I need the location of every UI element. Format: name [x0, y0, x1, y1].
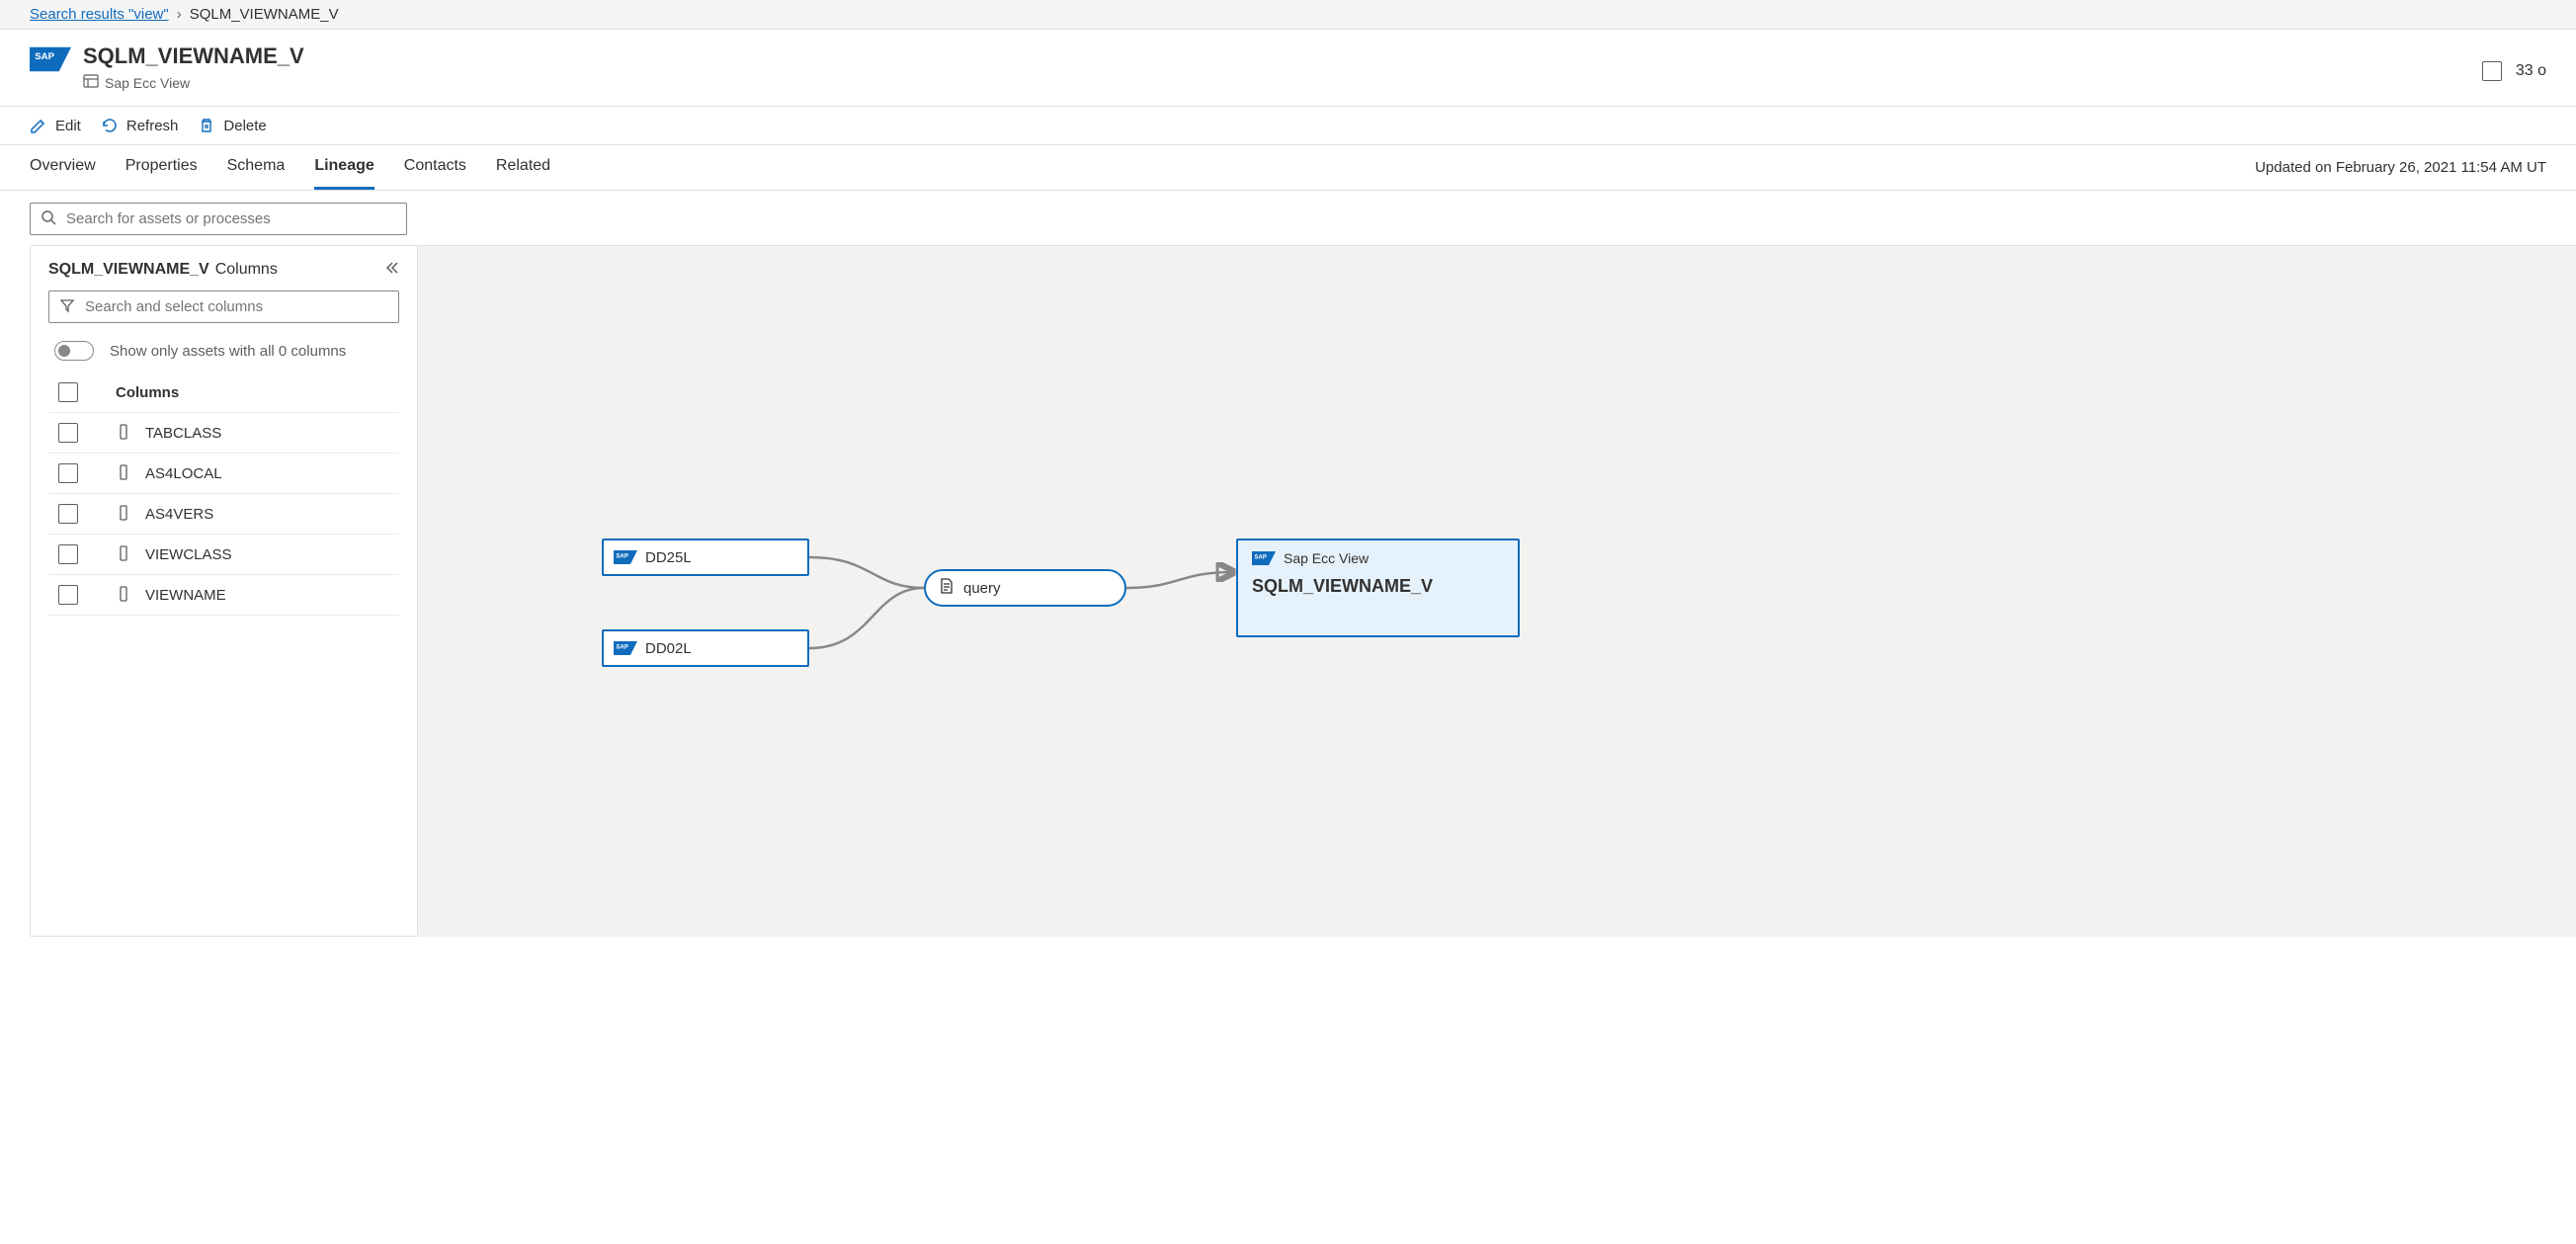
column-icon [116, 586, 131, 605]
sap-ecc-mini-icon: SAP [614, 549, 637, 565]
svg-text:SAP: SAP [617, 645, 628, 651]
column-filter-input[interactable] [85, 298, 388, 315]
trash-icon [198, 117, 215, 134]
column-name: TABCLASS [145, 425, 221, 442]
lineage-source-label: DD25L [645, 549, 692, 566]
show-only-label: Show only assets with all 0 columns [110, 343, 346, 360]
columns-panel: SQLM_VIEWNAME_V Columns Show only assets… [30, 245, 418, 937]
columns-header: Columns [116, 384, 179, 401]
search-icon [41, 209, 56, 228]
edit-label: Edit [55, 118, 81, 134]
pencil-icon [30, 117, 47, 134]
column-checkbox[interactable] [58, 585, 78, 605]
document-icon [938, 577, 956, 599]
refresh-icon [101, 117, 119, 134]
view-icon [83, 73, 99, 92]
tab-properties[interactable]: Properties [125, 145, 198, 190]
lineage-search-bar [0, 191, 2576, 245]
column-checkbox[interactable] [58, 544, 78, 564]
tab-contacts[interactable]: Contacts [404, 145, 466, 190]
show-only-toggle[interactable] [54, 341, 94, 361]
updated-timestamp: Updated on February 26, 2021 11:54 AM UT [2255, 159, 2546, 176]
search-input-wrap[interactable] [30, 203, 407, 235]
lineage-process-label: query [963, 580, 1001, 597]
tab-lineage[interactable]: Lineage [314, 145, 374, 190]
breadcrumb: Search results "view" › SQLM_VIEWNAME_V [0, 0, 2576, 30]
svg-text:SAP: SAP [617, 554, 628, 560]
main-content: SQLM_VIEWNAME_V Columns Show only assets… [0, 245, 2576, 937]
tab-related[interactable]: Related [496, 145, 550, 190]
column-row[interactable]: VIEWCLASS [48, 535, 399, 575]
column-name: AS4VERS [145, 506, 213, 523]
lineage-source-node[interactable]: SAP DD25L [602, 539, 809, 576]
tabs-row: Overview Properties Schema Lineage Conta… [0, 145, 2576, 191]
toolbar: Edit Refresh Delete [0, 107, 2576, 145]
svg-text:ECC: ECC [35, 64, 47, 71]
page-subtitle-text: Sap Ecc View [105, 75, 190, 91]
column-icon [116, 424, 131, 443]
search-input[interactable] [66, 210, 396, 227]
breadcrumb-link[interactable]: Search results "view" [30, 6, 169, 23]
column-name: VIEWCLASS [145, 546, 232, 563]
column-checkbox[interactable] [58, 504, 78, 524]
lineage-source-node[interactable]: SAP DD02L [602, 629, 809, 667]
sap-ecc-logo-icon: SAP ECC [30, 45, 71, 77]
tabs: Overview Properties Schema Lineage Conta… [30, 145, 580, 190]
header-select-checkbox[interactable] [2482, 61, 2502, 81]
delete-label: Delete [223, 118, 266, 134]
breadcrumb-separator: › [177, 6, 182, 23]
refresh-button[interactable]: Refresh [101, 117, 179, 134]
edit-button[interactable]: Edit [30, 117, 81, 134]
page-subtitle: Sap Ecc View [83, 73, 304, 92]
header-count: 33 o [2516, 62, 2546, 80]
panel-title-asset: SQLM_VIEWNAME_V [48, 261, 209, 279]
column-icon [116, 464, 131, 483]
page-header: SAP ECC SQLM_VIEWNAME_V Sap Ecc View 33 o [0, 30, 2576, 107]
sap-ecc-mini-icon: SAP [1252, 550, 1276, 566]
column-row[interactable]: TABCLASS [48, 413, 399, 454]
column-row[interactable]: AS4VERS [48, 494, 399, 535]
column-checkbox[interactable] [58, 463, 78, 483]
breadcrumb-current: SQLM_VIEWNAME_V [190, 6, 339, 23]
lineage-canvas[interactable]: SAP DD25L SAP DD02L query SAP Sap Ecc Vi… [418, 245, 2576, 937]
sap-ecc-mini-icon: SAP [614, 640, 637, 656]
column-icon [116, 545, 131, 564]
column-icon [116, 505, 131, 524]
tab-schema[interactable]: Schema [227, 145, 286, 190]
page-title: SQLM_VIEWNAME_V [83, 43, 304, 69]
svg-text:SAP: SAP [1255, 555, 1267, 561]
collapse-panel-button[interactable] [383, 260, 399, 279]
lineage-source-label: DD02L [645, 640, 692, 657]
column-row[interactable]: AS4LOCAL [48, 454, 399, 494]
select-all-columns-checkbox[interactable] [58, 382, 78, 402]
lineage-process-node[interactable]: query [924, 569, 1126, 607]
svg-text:SAP: SAP [35, 51, 54, 62]
column-checkbox[interactable] [58, 423, 78, 443]
lineage-target-node[interactable]: SAP Sap Ecc View SQLM_VIEWNAME_V [1236, 539, 1520, 637]
delete-button[interactable]: Delete [198, 117, 266, 134]
lineage-target-title: SQLM_VIEWNAME_V [1252, 576, 1433, 597]
column-name: AS4LOCAL [145, 465, 222, 482]
tab-overview[interactable]: Overview [30, 145, 96, 190]
filter-icon [59, 297, 75, 316]
column-name: VIEWNAME [145, 587, 226, 604]
panel-title-columns: Columns [215, 261, 278, 279]
lineage-target-subtitle: Sap Ecc View [1284, 550, 1369, 566]
refresh-label: Refresh [126, 118, 179, 134]
column-row[interactable]: VIEWNAME [48, 575, 399, 616]
column-filter-input-wrap[interactable] [48, 290, 399, 323]
